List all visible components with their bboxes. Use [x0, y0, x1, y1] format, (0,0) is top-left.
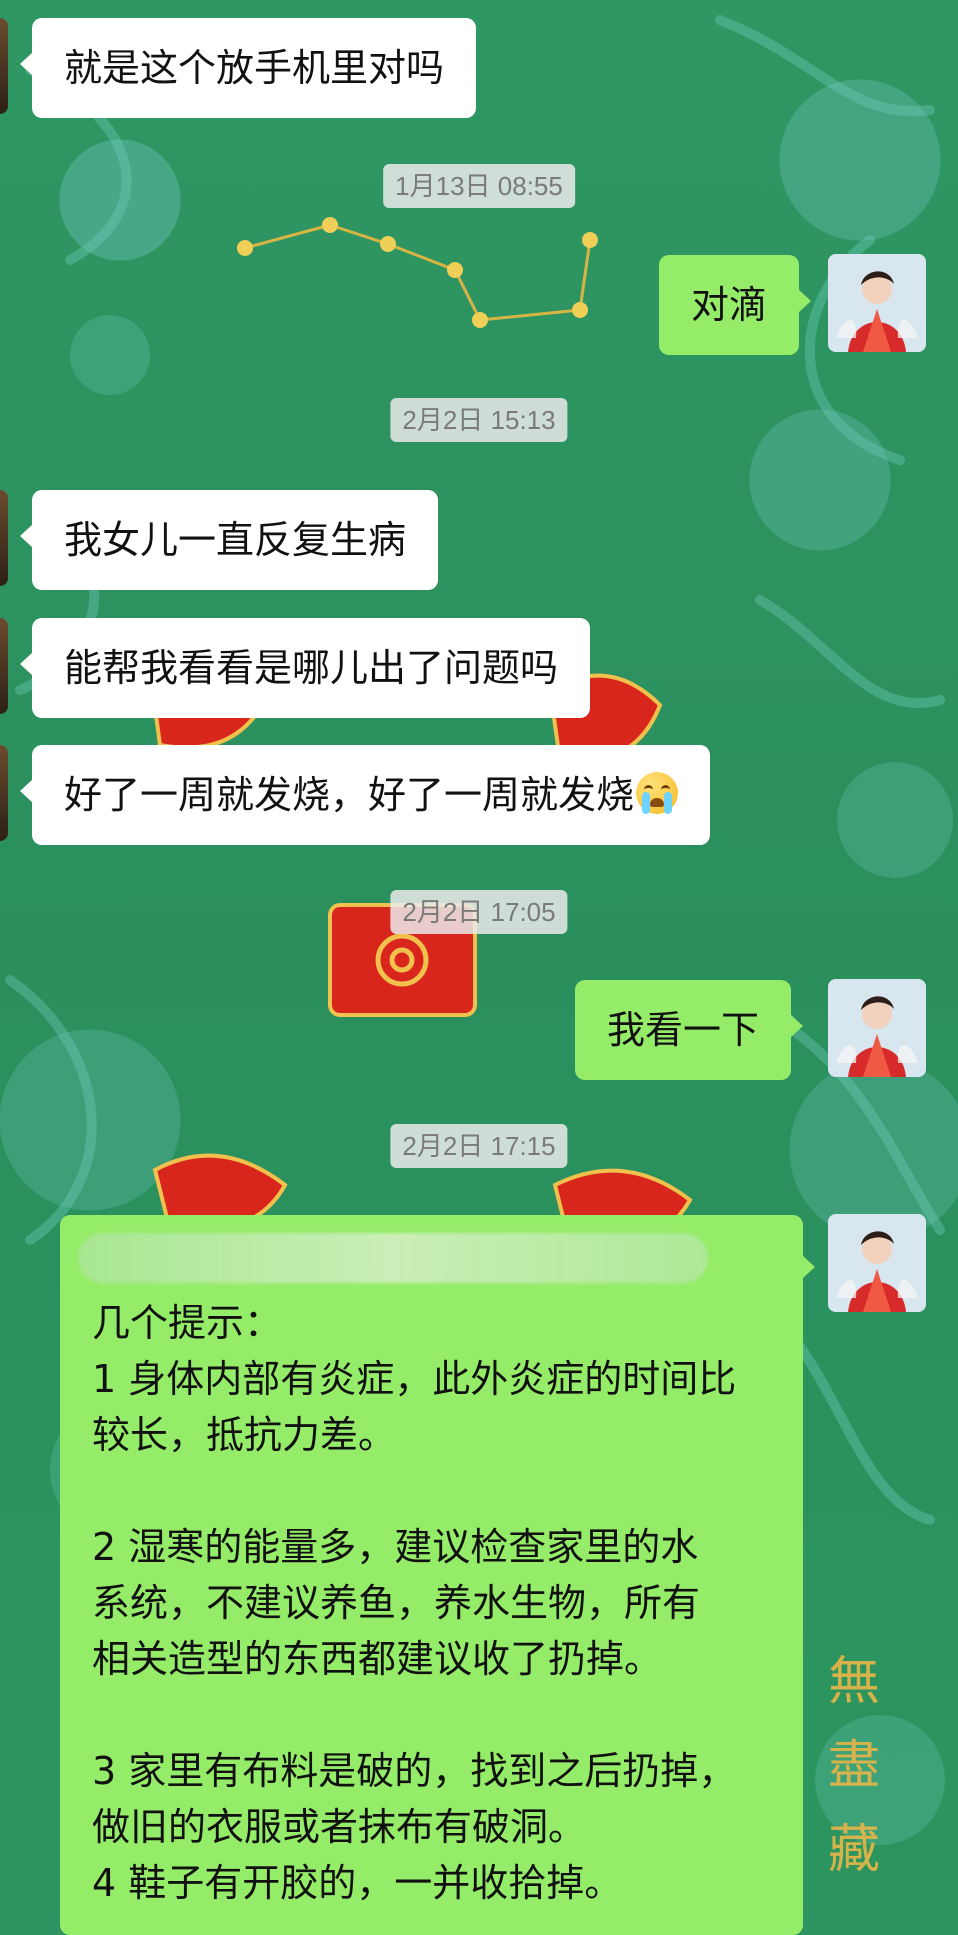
woman-red-dress-avatar-image	[828, 1214, 926, 1312]
user-avatar[interactable]	[828, 254, 926, 352]
user-avatar[interactable]	[828, 979, 926, 1077]
contact-avatar[interactable]	[0, 618, 8, 714]
redacted-text-placeholder	[78, 1233, 708, 1283]
message-timestamp: 2月2日 17:15	[390, 1124, 568, 1168]
message-bubble-incoming[interactable]: 我女儿一直反复生病	[19, 490, 439, 590]
chat-message-list[interactable]: 就是这个放手机里对吗 1月13日 08:55 对滴 2月2日 15:13 我女儿…	[0, 0, 958, 1935]
woman-red-dress-avatar-image	[828, 979, 926, 1077]
message-bubble-outgoing-long[interactable]: 几个提示： 1 身体内部有炎症，此外炎症的时间比 较长，抵抗力差。 2 湿寒的能…	[60, 1215, 815, 1935]
contact-avatar[interactable]	[0, 745, 8, 841]
user-avatar[interactable]	[828, 1214, 926, 1312]
message-bubble-incoming[interactable]: 就是这个放手机里对吗	[19, 18, 477, 118]
message-bubble-outgoing[interactable]: 我看一下	[575, 980, 804, 1080]
message-timestamp: 1月13日 08:55	[383, 164, 575, 208]
message-bubble-incoming[interactable]: 好了一周就发烧，好了一周就发烧	[19, 745, 711, 845]
message-bubble-incoming[interactable]: 能帮我看看是哪儿出了问题吗	[19, 618, 591, 718]
contact-avatar[interactable]	[0, 18, 8, 114]
contact-avatar[interactable]	[0, 490, 8, 586]
crying-face-emoji-icon	[636, 772, 679, 814]
background-watermark: 無盡藏	[827, 1652, 880, 1880]
message-timestamp: 2月2日 15:13	[390, 398, 568, 442]
message-timestamp: 2月2日 17:05	[390, 890, 568, 934]
message-text: 几个提示： 1 身体内部有炎症，此外炎症的时间比 较长，抵抗力差。 2 湿寒的能…	[92, 1301, 737, 1905]
woman-red-dress-avatar-image	[828, 254, 926, 352]
message-bubble-outgoing[interactable]: 对滴	[659, 255, 812, 355]
message-text: 好了一周就发烧，好了一周就发烧	[64, 773, 635, 817]
